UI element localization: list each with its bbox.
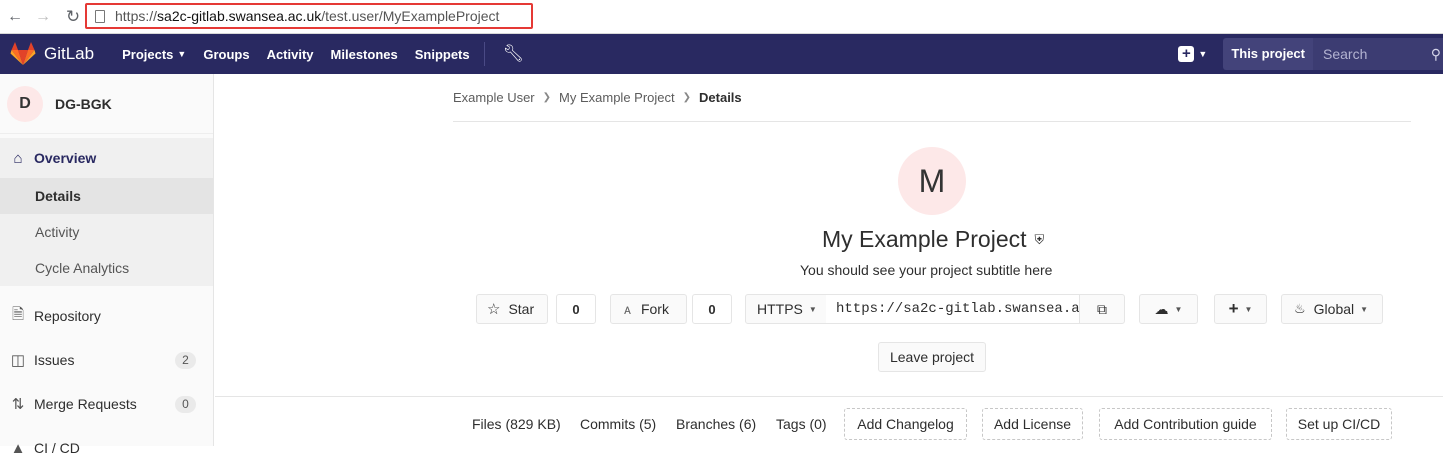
- clone-url-field[interactable]: https://sa2c-gitlab.swansea.ac.uk/test.u…: [826, 294, 1080, 324]
- chevron-down-icon: ▼: [1198, 49, 1208, 59]
- issues-count-badge: 2: [175, 351, 196, 369]
- clone-protocol-label: HTTPS: [757, 301, 803, 317]
- sidebar-project-header[interactable]: D DG-BGK: [0, 74, 213, 134]
- project-subtitle: You should see your project subtitle her…: [800, 262, 1053, 278]
- star-icon: ☆: [487, 301, 501, 318]
- commits-link[interactable]: Commits (5): [580, 416, 656, 432]
- chevron-down-icon: ▼: [1360, 304, 1369, 314]
- breadcrumb-project[interactable]: My Example Project: [559, 90, 675, 105]
- shield-icon: ⛨: [1034, 231, 1045, 247]
- sidebar-item-issues[interactable]: ◫ Issues 2: [0, 342, 213, 378]
- sidebar-item-repository[interactable]: 🗎︎ Repository: [0, 298, 213, 334]
- notification-dropdown[interactable]: ♨ Global ▼: [1281, 294, 1383, 324]
- clone-protocol-dropdown[interactable]: HTTPS ▼: [745, 294, 827, 324]
- project-sidebar: D DG-BGK ⌂ Overview Details Activity Cyc…: [0, 74, 214, 457]
- address-bar[interactable]: https://sa2c-gitlab.swansea.ac.uk/test.u…: [85, 3, 533, 29]
- browser-toolbar: ← → ↻ https://sa2c-gitlab.swansea.ac.uk /…: [0, 0, 1443, 34]
- search-input[interactable]: Search ⚲: [1313, 38, 1443, 70]
- sidebar-item-label: Issues: [34, 352, 75, 368]
- back-arrow-icon[interactable]: ←: [4, 6, 26, 28]
- sidebar-item-overview[interactable]: ⌂ Overview: [0, 138, 213, 178]
- chevron-down-icon: ▼: [177, 49, 187, 59]
- admin-wrench-icon[interactable]: 🔧︎: [503, 44, 525, 64]
- search-icon: ⚲: [1430, 46, 1441, 62]
- page-icon: [95, 9, 105, 23]
- star-button[interactable]: ☆ Star: [476, 294, 548, 324]
- rocket-icon: ▲: [10, 439, 26, 457]
- document-icon: 🗎︎: [11, 305, 25, 323]
- nav-divider: [483, 42, 485, 66]
- breadcrumb: Example User ❯ My Example Project ❯ Deta…: [453, 90, 742, 105]
- issues-icon: ◫: [10, 352, 26, 369]
- project-title-text: My Example Project: [822, 226, 1027, 252]
- star-label: Star: [508, 301, 535, 317]
- star-count[interactable]: 0: [556, 294, 596, 324]
- forward-arrow-icon[interactable]: →: [32, 6, 54, 28]
- clipboard-icon: ⧉: [1097, 300, 1107, 317]
- gitlab-logo[interactable]: GitLab: [10, 42, 94, 66]
- files-link[interactable]: Files (829 KB): [472, 416, 561, 432]
- sidebar-item-label: Overview: [34, 150, 97, 166]
- add-contribution-guide-button[interactable]: Add Contribution guide: [1099, 408, 1272, 440]
- copy-url-button[interactable]: ⧉: [1079, 294, 1125, 324]
- sidebar-item-label: CI / CD: [34, 440, 80, 456]
- sidebar-item-cicd[interactable]: ▲ CI / CD: [0, 430, 213, 466]
- sidebar-item-activity[interactable]: Activity: [0, 214, 213, 250]
- fork-button[interactable]: ᴀ Fork: [610, 294, 687, 324]
- search-scope-badge[interactable]: This project: [1223, 38, 1313, 70]
- top-navbar: GitLab Projects ▼ Groups Activity Milesto…: [0, 34, 1443, 74]
- project-avatar: D: [7, 85, 43, 122]
- url-path: /test.user/MyExampleProject: [321, 8, 500, 24]
- nav-projects-label: Projects: [122, 46, 174, 62]
- home-icon: ⌂: [13, 149, 23, 167]
- merge-request-icon: ⇅: [11, 396, 25, 413]
- sidebar-item-label: Merge Requests: [34, 396, 137, 412]
- new-dropdown[interactable]: + ▼: [1178, 46, 1207, 62]
- sidebar-project-name: DG-BGK: [55, 95, 112, 112]
- fork-count[interactable]: 0: [692, 294, 732, 324]
- fork-icon: ᴀ: [624, 301, 631, 317]
- sidebar-item-cycle-analytics[interactable]: Cycle Analytics: [0, 250, 213, 286]
- reload-icon[interactable]: ↻: [62, 6, 84, 28]
- plus-square-icon: +: [1178, 46, 1195, 62]
- gitlab-tanuki-icon: [10, 42, 36, 65]
- page-title: My Example Project ⛨: [822, 226, 1044, 253]
- download-dropdown[interactable]: ☁ ▼: [1139, 294, 1198, 324]
- sidebar-item-label: Repository: [34, 308, 101, 324]
- search-placeholder: Search: [1323, 46, 1368, 62]
- fork-label: Fork: [640, 301, 669, 317]
- sidebar-item-details[interactable]: Details: [0, 178, 213, 214]
- nav-milestones[interactable]: Milestones: [331, 47, 398, 62]
- leave-project-button[interactable]: Leave project: [878, 342, 986, 372]
- tags-link[interactable]: Tags (0): [776, 416, 827, 432]
- setup-cicd-button[interactable]: Set up CI/CD: [1286, 408, 1392, 440]
- nav-groups[interactable]: Groups: [203, 47, 249, 62]
- chevron-right-icon: ❯: [542, 92, 552, 103]
- nav-activity[interactable]: Activity: [267, 47, 314, 62]
- add-changelog-button[interactable]: Add Changelog: [844, 408, 967, 440]
- breadcrumb-divider: [453, 121, 1411, 122]
- plus-icon: +: [1228, 299, 1239, 318]
- sidebar-item-merge-requests[interactable]: ⇅ Merge Requests 0: [0, 386, 213, 422]
- bell-icon: ♨: [1294, 301, 1306, 316]
- url-host: sa2c-gitlab.swansea.ac.uk: [157, 8, 322, 24]
- cloud-download-icon: ☁: [1154, 300, 1169, 317]
- nav-snippets[interactable]: Snippets: [415, 47, 470, 62]
- add-license-button[interactable]: Add License: [982, 408, 1083, 440]
- stats-divider: [215, 396, 1443, 397]
- url-scheme: https://: [115, 8, 158, 24]
- chevron-right-icon: ❯: [682, 92, 692, 103]
- chevron-down-icon: ▼: [808, 304, 817, 314]
- branches-link[interactable]: Branches (6): [676, 416, 756, 432]
- nav-projects[interactable]: Projects ▼: [122, 47, 186, 62]
- gitlab-logo-text: GitLab: [44, 44, 95, 63]
- chevron-down-icon: ▼: [1244, 304, 1253, 314]
- notification-label: Global: [1313, 301, 1355, 317]
- add-dropdown[interactable]: + ▼: [1214, 294, 1267, 324]
- chevron-down-icon: ▼: [1174, 304, 1183, 314]
- breadcrumb-current[interactable]: Details: [699, 90, 742, 105]
- project-avatar-large: M: [898, 147, 966, 215]
- breadcrumb-user[interactable]: Example User: [453, 90, 535, 105]
- merge-requests-count-badge: 0: [175, 395, 196, 413]
